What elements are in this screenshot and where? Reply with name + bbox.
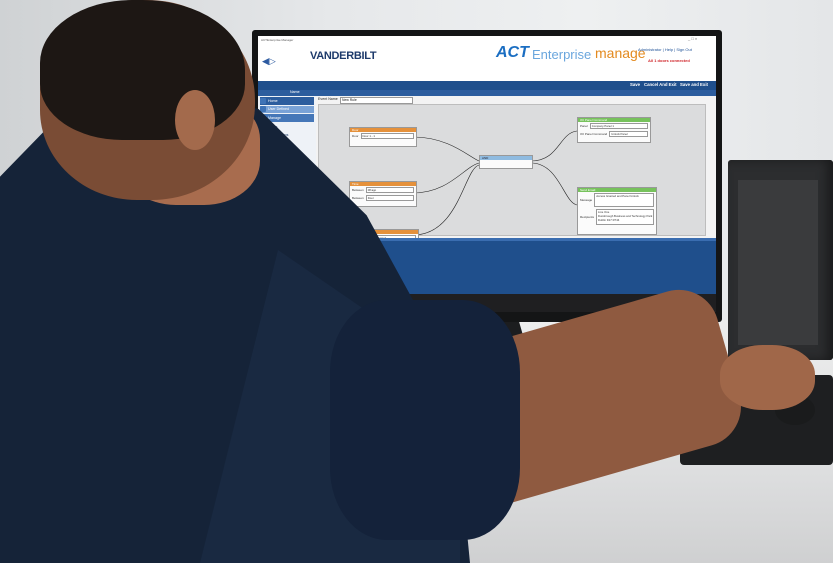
io-panel-node[interactable]: I/O Panel Command Panel Company Panel 1 I…: [577, 117, 651, 143]
door-node[interactable]: Door Door Door 1 - 1: [349, 127, 417, 147]
cancel-exit-button[interactable]: Cancel And Exit: [644, 82, 677, 87]
sidebar-icon: [260, 97, 266, 104]
time-field-2[interactable]: Door: [365, 195, 414, 201]
act-logo: ACT: [496, 44, 529, 61]
window-title: ACTEnterprise Manager: [261, 38, 294, 42]
time-field-1[interactable]: 08:ago: [365, 187, 414, 193]
hand: [720, 345, 815, 410]
sidebar-item[interactable]: User Defined: [260, 105, 314, 114]
rule-editor: Event Name New Rule Door Door Door 1 - 1 …: [316, 96, 716, 245]
save-button[interactable]: Save: [630, 82, 640, 87]
event-name-label: Event Name: [318, 97, 338, 101]
recipients-field[interactable]: Line One Dunsbrough Business and Technol…: [596, 209, 654, 225]
recipients-label: Recipients: [580, 215, 595, 219]
window-controls[interactable]: _ □ ×: [688, 36, 697, 41]
time-node[interactable]: Time Between 08:ago Between Door: [349, 181, 417, 207]
sidebar-item-label: Home: [268, 98, 278, 103]
back-forward-icon[interactable]: ◀▷: [262, 56, 276, 67]
speaker-front: [738, 180, 818, 345]
panel-select[interactable]: Company Panel 1: [589, 123, 648, 129]
name-column: Name: [290, 90, 300, 94]
and-node-title: AND: [480, 156, 532, 160]
door-select[interactable]: Door 1 - 1: [360, 133, 414, 139]
message-field[interactable]: Access Granted and Panel Unlock: [594, 193, 654, 207]
io-command-select[interactable]: Unlock Panel: [609, 131, 648, 137]
send-email-node[interactable]: Send Email Message Access Granted and Pan…: [577, 187, 657, 235]
rule-canvas[interactable]: Door Door Door 1 - 1 Time Between 08:ago B…: [318, 104, 706, 245]
message-label: Message: [580, 198, 593, 202]
time-label-1: Between: [352, 188, 364, 192]
save-exit-button[interactable]: Save and Exit: [680, 82, 708, 87]
time-label-2: Between: [352, 196, 364, 200]
top-links[interactable]: Administrator | Help | Sign Out: [638, 47, 692, 52]
connection-status: All 1 doors connected: [648, 58, 690, 63]
ear: [175, 90, 215, 150]
sidebar-item-label: Manage: [268, 115, 281, 120]
enterprise-logo: Enterprise: [532, 47, 592, 62]
vanderbilt-logo: VANDERBILT: [310, 50, 377, 62]
sidebar-item-label: User Defined: [268, 107, 289, 112]
io-command-label: I/O Panel Command: [580, 132, 608, 136]
event-name-input[interactable]: New Rule: [340, 96, 413, 104]
app-header: ACTEnterprise Manager ◀▷ VANDERBILT ACT …: [258, 36, 716, 82]
door-label: Door: [352, 134, 359, 138]
sidebar-item[interactable]: Home: [260, 97, 314, 105]
panel-label: Panel: [580, 124, 588, 128]
shirt-sleeve: [330, 300, 520, 540]
toolbar: Save Cancel And Exit Save and Exit: [258, 81, 716, 90]
and-node[interactable]: AND: [479, 155, 533, 169]
